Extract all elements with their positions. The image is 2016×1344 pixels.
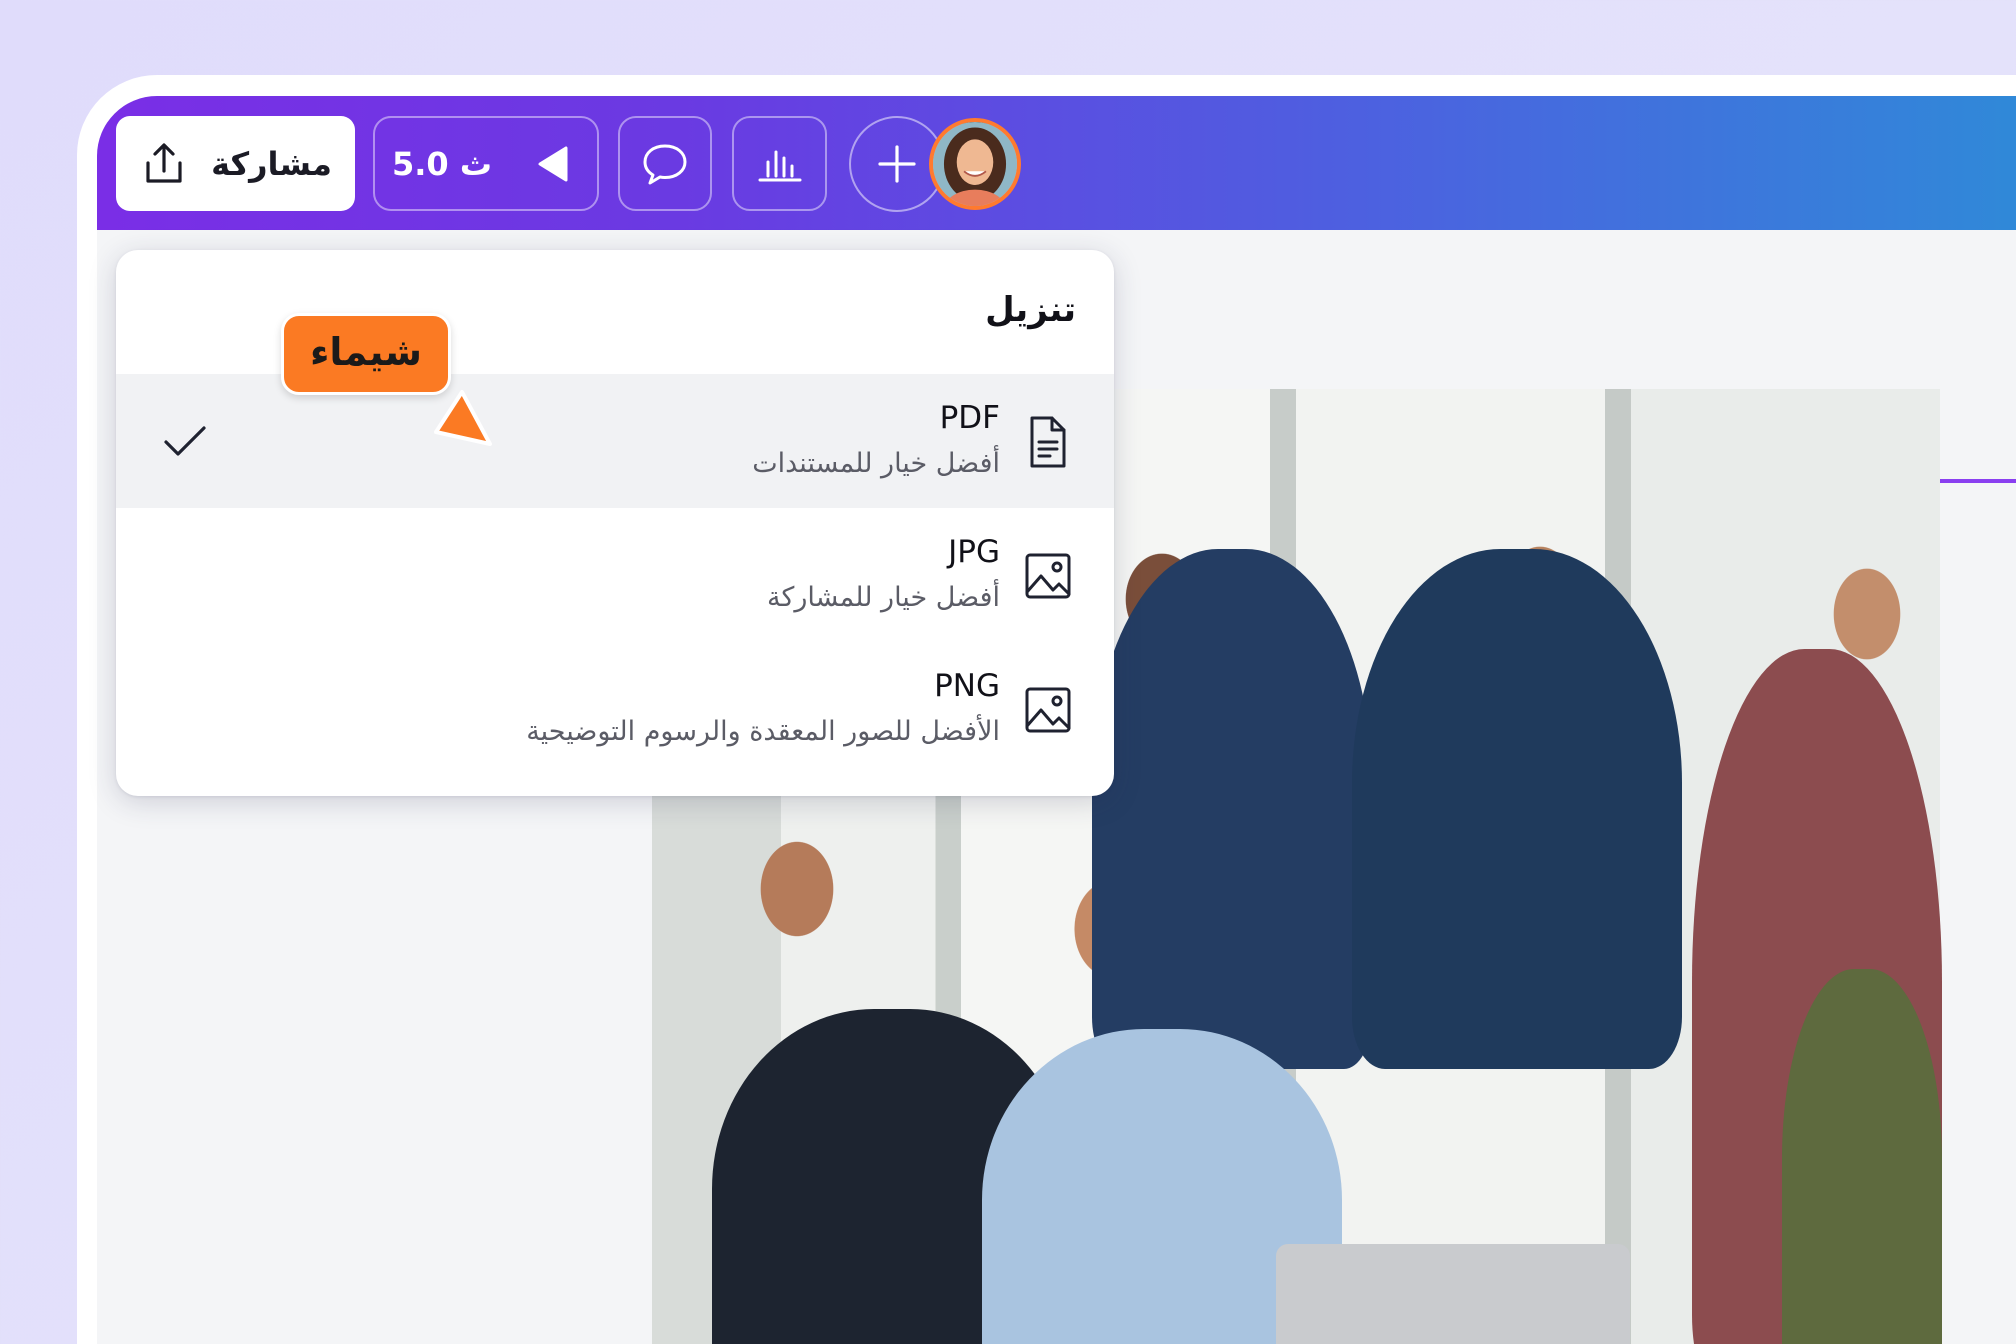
option-description: الأفضل للصور المعقدة والرسوم التوضيحية [526, 716, 1000, 747]
plus-icon [878, 145, 916, 183]
download-menu-title: تنزيل [985, 290, 1076, 330]
option-description: أفضل خيار للمستندات [752, 448, 1000, 479]
option-description: أفضل خيار للمشاركة [767, 582, 1000, 613]
image-icon [1025, 687, 1071, 733]
checkmark-icon [164, 426, 206, 456]
download-option-png[interactable]: PNG الأفضل للصور المعقدة والرسوم التوضيح… [116, 642, 1114, 776]
document-icon [1030, 416, 1066, 468]
play-icon [538, 146, 568, 181]
photo-person [1782, 969, 1942, 1344]
comment-bubble-icon [643, 144, 687, 184]
image-icon [1025, 553, 1071, 599]
collaborator-cursor-label: شيماء [281, 313, 452, 395]
bar-chart-icon [758, 150, 801, 181]
present-duration-label: 5.0 ث [392, 144, 492, 183]
avatar-photo [933, 122, 1017, 206]
share-upload-icon [146, 142, 182, 183]
top-toolbar: مشاركة 5.0 ث [97, 96, 2016, 230]
share-label: مشاركة [211, 144, 332, 183]
download-option-pdf[interactable]: PDF أفضل خيار للمستندات [116, 374, 1114, 508]
insights-button[interactable] [732, 116, 827, 211]
share-button[interactable]: مشاركة [116, 116, 355, 211]
present-button[interactable]: 5.0 ث [373, 116, 599, 211]
download-option-jpg[interactable]: JPG أفضل خيار للمشاركة [116, 508, 1114, 642]
photo-person [1352, 549, 1682, 1069]
download-menu: تنزيل PDF أفضل خيار للمستندات JPG أفضل خ… [116, 250, 1114, 796]
option-name: PDF [939, 400, 1000, 436]
comment-button[interactable] [618, 116, 712, 211]
laptop [1276, 1244, 1630, 1344]
collaborator-cursor-icon [434, 390, 492, 446]
option-name: JPG [948, 534, 1000, 570]
option-name: PNG [934, 668, 1000, 704]
photo-person [1092, 549, 1372, 1069]
collaborator-avatar[interactable] [929, 118, 1021, 210]
